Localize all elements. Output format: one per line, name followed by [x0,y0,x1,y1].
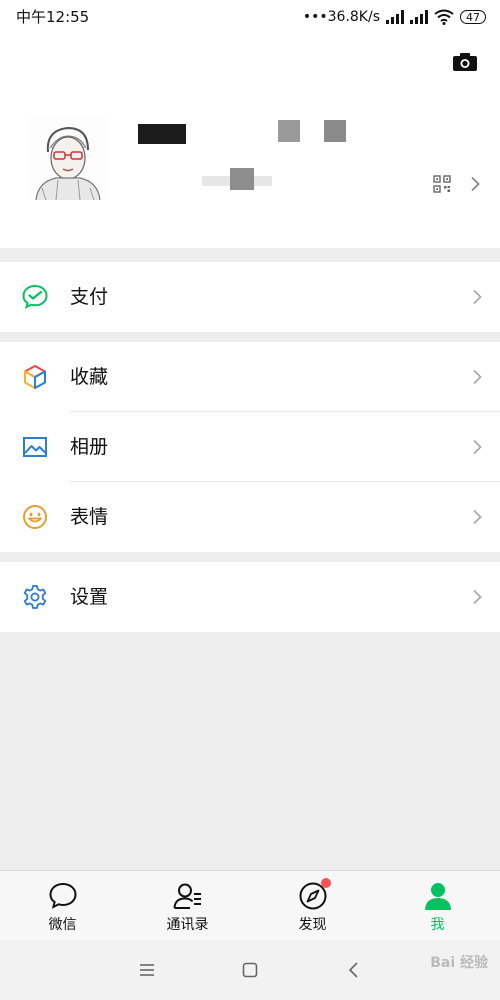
menu-item-favorites[interactable]: 收藏 [0,342,500,412]
watermark-logo: Bai 经验 [430,955,488,971]
redacted-mosaic [230,168,254,190]
signal-icon-1 [386,10,404,24]
tab-label-me: 我 [430,917,445,933]
avatar[interactable] [28,118,108,200]
menu-label-pay: 支付 [70,286,109,308]
status-time: 中午12:55 [16,8,90,26]
menu-label-album: 相册 [70,436,109,458]
discover-badge-dot [321,878,331,888]
emoji-smile-icon [23,505,47,529]
tab-label-chats: 微信 [48,917,77,933]
redacted-nickname [138,124,186,144]
network-speed: •••36.8K/s [302,9,380,25]
wifi-icon [434,9,454,25]
menu-item-stickers[interactable]: 表情 [0,482,500,552]
contacts-icon [173,883,201,909]
tab-label-contacts: 通讯录 [166,917,209,933]
status-bar: 中午12:55 •••36.8K/s 47 [0,0,500,34]
tab-contacts[interactable]: 通讯录 [125,871,250,941]
menu-label-stickers: 表情 [70,506,109,528]
menu-item-pay[interactable]: 支付 [0,262,500,332]
menu-item-album[interactable]: 相册 [0,412,500,482]
person-icon [425,883,451,910]
signal-icon-2 [410,10,428,24]
chevron-right-icon [473,289,482,305]
menu-label-favorites: 收藏 [70,366,109,388]
menu-group-settings: 设置 [0,562,500,632]
tab-me[interactable]: 我 [375,871,500,941]
bottom-tab-bar: 微信 通讯录 发现 我 [0,870,500,940]
tab-label-discover: 发现 [298,917,327,933]
gear-icon [23,585,47,609]
menu-lines-icon[interactable] [137,960,157,980]
status-indicators: •••36.8K/s 47 [303,6,486,28]
album-picture-icon [23,437,47,457]
redacted-mosaic [324,120,346,142]
qr-code-icon[interactable] [433,175,451,193]
chevron-right-icon [473,439,482,455]
menu-label-settings: 设置 [70,586,109,608]
chevron-right-icon [473,509,482,525]
redacted-mosaic [278,120,300,142]
wechat-pay-icon [22,284,48,309]
tab-chats[interactable]: 微信 [0,871,125,941]
chevron-right-icon [471,176,480,192]
home-square-icon[interactable] [240,960,260,980]
favorites-cube-icon [24,365,46,389]
chevron-right-icon [473,369,482,385]
chat-bubble-icon [49,882,77,909]
android-nav-bar [0,940,500,1000]
back-chevron-icon[interactable] [344,960,364,980]
menu-item-settings[interactable]: 设置 [0,562,500,632]
chevron-right-icon [473,589,482,605]
menu-group-pay: 支付 [0,262,500,332]
tab-discover[interactable]: 发现 [250,871,375,941]
camera-icon[interactable] [452,52,478,72]
menu-group-content: 收藏 相册 表情 [0,342,500,552]
battery-indicator: 47 [460,10,486,24]
